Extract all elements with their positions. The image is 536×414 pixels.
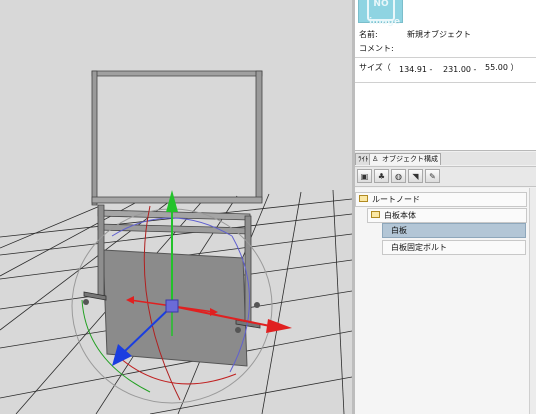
scene-canvas[interactable] xyxy=(0,0,352,414)
size-label: サイズ（ xyxy=(359,63,391,72)
tree-node-root[interactable]: ルートノード xyxy=(355,192,527,207)
tree-node-group[interactable]: 白板本体 xyxy=(367,208,527,223)
gizmo-center[interactable] xyxy=(165,299,179,313)
object-thumbnail: NO image xyxy=(358,0,403,27)
tree-scrollbar[interactable] xyxy=(529,188,536,414)
3d-viewport[interactable] xyxy=(0,0,352,414)
size-z-value: 55.00 ） xyxy=(485,63,519,72)
tab-object-structure-label: オブジェクト構成 xyxy=(382,155,438,163)
folder-icon xyxy=(359,195,368,202)
object-properties: NO image 名前: 新規オブジェクト コメント: サイズ（ 134.91 … xyxy=(355,0,536,151)
folder-icon xyxy=(371,211,380,218)
structure-toolbar: ▣ ♣ ◍ ◥ ✎ xyxy=(355,166,536,187)
name-label: 名前: xyxy=(359,30,378,39)
divider xyxy=(355,82,536,83)
size-y-value: 231.00 - xyxy=(443,65,477,74)
material-icon[interactable]: ◍ xyxy=(391,169,406,183)
name-value[interactable]: 新規オブジェクト xyxy=(407,29,471,40)
panel-tab-bar: ﾗｲﾄ ♙ オブジェクト構成 xyxy=(355,152,536,165)
scene-icon[interactable]: ▣ xyxy=(357,169,372,183)
no-image-icon: NO image xyxy=(367,0,400,27)
tree-node-whiteboard[interactable]: 白板 xyxy=(382,223,526,238)
size-x-value: 134.91 - xyxy=(399,65,433,74)
object-tree: ルートノード 白板本体 白板 白板固定ボルト xyxy=(355,188,536,414)
light-icon[interactable]: ◥ xyxy=(408,169,423,183)
axis-x-arrow[interactable] xyxy=(266,319,292,333)
right-panel: NO image 名前: 新規オブジェクト コメント: サイズ（ 134.91 … xyxy=(355,0,536,414)
person-icon: ♙ xyxy=(372,155,379,163)
tree-node-bolt[interactable]: 白板固定ボルト xyxy=(382,240,526,255)
divider xyxy=(355,57,536,58)
tab-object-structure[interactable]: ♙ オブジェクト構成 xyxy=(369,153,441,165)
tree-icon[interactable]: ♣ xyxy=(374,169,389,183)
brush-icon[interactable]: ✎ xyxy=(425,169,440,183)
comment-label: コメント: xyxy=(359,44,394,53)
